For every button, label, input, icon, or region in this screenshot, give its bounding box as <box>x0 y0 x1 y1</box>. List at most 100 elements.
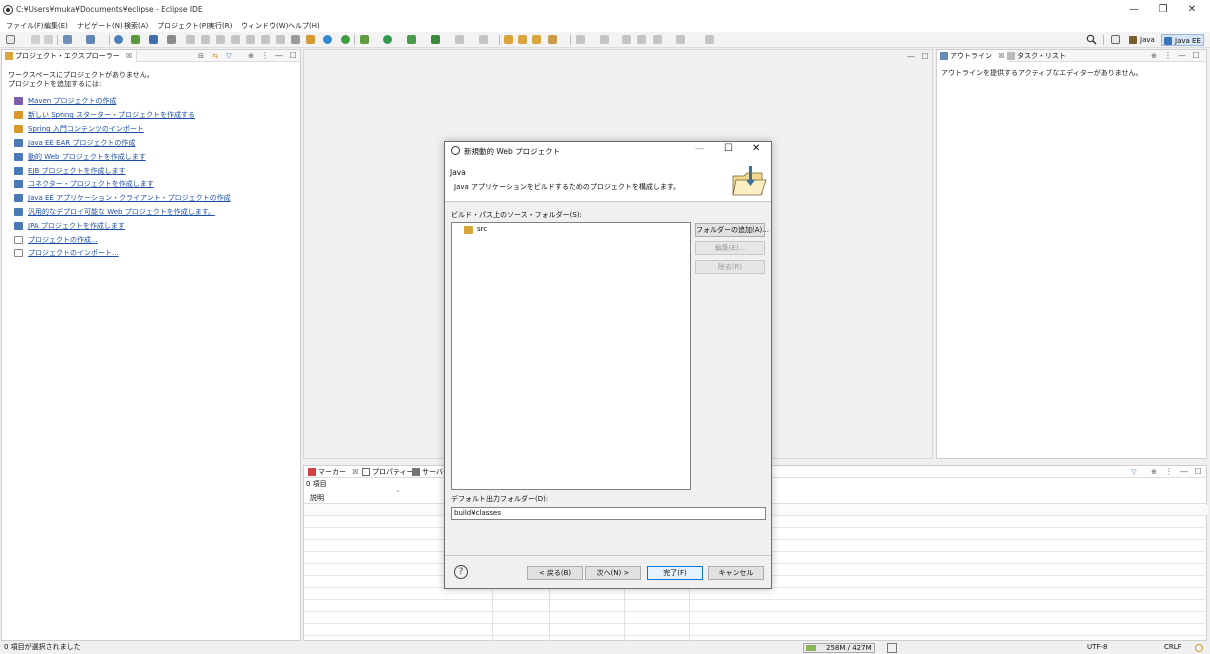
view-menu-icon[interactable]: ⋮ <box>260 51 270 61</box>
menu-project[interactable]: プロジェクト(P) <box>157 20 209 32</box>
resume-icon[interactable] <box>186 35 195 44</box>
list-item[interactable]: src <box>464 225 524 235</box>
view-menu-icon[interactable]: ⋮ <box>1164 467 1174 477</box>
external-tools-icon[interactable] <box>431 35 440 44</box>
minimize-view-icon[interactable]: — <box>1179 467 1189 477</box>
debug-icon[interactable] <box>131 35 140 44</box>
tab-outline[interactable]: アウトライン ☒ <box>937 50 1010 62</box>
console-icon[interactable] <box>149 35 158 44</box>
finish-button[interactable]: 完了(F) <box>647 566 703 580</box>
window-titlebar: C:¥Users¥muka¥Documents¥eclipse - Eclips… <box>0 0 1210 20</box>
maximize-view-icon[interactable]: ☐ <box>288 51 298 61</box>
tab-close-icon[interactable]: ☒ <box>352 468 358 476</box>
coverage-icon[interactable] <box>341 35 350 44</box>
debug-run-icon[interactable] <box>360 35 369 44</box>
run-ant-icon[interactable] <box>407 35 416 44</box>
perspective-javaee[interactable]: Java EE <box>1161 34 1204 46</box>
focus-icon[interactable]: ⊕ <box>246 51 256 61</box>
use-step-filters-icon[interactable] <box>306 35 315 44</box>
tab-close-icon[interactable]: ☒ <box>126 52 132 60</box>
open-folder-icon[interactable] <box>504 35 513 44</box>
ear-icon <box>14 139 23 147</box>
step-into-icon[interactable] <box>246 35 255 44</box>
minimize-view-icon[interactable]: — <box>274 51 284 61</box>
back-button[interactable]: < 戻る(B) <box>527 566 583 580</box>
new-wizard-icon[interactable] <box>86 35 95 44</box>
menu-search[interactable]: 検索(A) <box>124 20 148 32</box>
source-folders-list[interactable]: src <box>451 222 691 490</box>
step-return-icon[interactable] <box>276 35 285 44</box>
focus-icon[interactable]: ⊕ <box>1149 51 1159 61</box>
column-description[interactable]: 説明 <box>310 493 324 503</box>
drop-frame-icon[interactable] <box>291 35 300 44</box>
menu-window[interactable]: ウィンドウ(W) <box>241 20 288 32</box>
web-project-icon <box>14 153 23 161</box>
close-button[interactable]: ✕ <box>1183 3 1201 17</box>
menu-edit[interactable]: 編集(E) <box>44 20 68 32</box>
markers-icon <box>308 468 316 476</box>
step-over-icon[interactable] <box>261 35 270 44</box>
tab-project-explorer[interactable]: プロジェクト・エクスプローラー ☒ <box>2 50 138 62</box>
gc-icon[interactable] <box>887 643 897 653</box>
disconnect-icon[interactable] <box>231 35 240 44</box>
suspend-icon[interactable] <box>201 35 210 44</box>
web-browser-icon[interactable] <box>114 35 123 44</box>
add-folder-button[interactable]: フォルダーの追加(A)... <box>695 223 769 237</box>
tab-properties[interactable]: プロパティー <box>360 466 414 478</box>
link-editor-icon[interactable]: ⇆ <box>210 51 220 61</box>
cancel-button[interactable]: キャンセル <box>708 566 764 580</box>
open-perspective-icon[interactable] <box>1111 35 1120 44</box>
search-tool-icon[interactable] <box>548 35 557 44</box>
remove-button[interactable]: 除去(R) <box>695 260 765 274</box>
filter-icon[interactable]: ▽ <box>1129 467 1139 477</box>
back-icon[interactable] <box>637 35 646 44</box>
editor-maximize-icon[interactable]: ☐ <box>920 52 930 62</box>
new-icon[interactable] <box>6 35 15 44</box>
dialog-maximize-button[interactable]: ☐ <box>724 143 733 154</box>
app-client-icon <box>14 194 23 202</box>
save-all-icon[interactable] <box>44 35 53 44</box>
pin-editor-icon[interactable] <box>705 35 714 44</box>
menu-file[interactable]: ファイル(F) <box>6 20 44 32</box>
tab-markers[interactable]: マーカー ☒ <box>306 466 359 478</box>
dialog-close-button[interactable]: ✕ <box>752 143 760 154</box>
skip-breakpoints-icon[interactable] <box>167 35 176 44</box>
maximize-view-icon[interactable]: ☐ <box>1191 51 1201 61</box>
save-icon[interactable] <box>31 35 40 44</box>
terminate-icon[interactable] <box>216 35 225 44</box>
maximize-view-icon[interactable]: ☐ <box>1193 467 1203 477</box>
search-icon[interactable] <box>1086 34 1097 45</box>
server-start-icon[interactable] <box>323 35 332 44</box>
dialog-minimize-button[interactable]: — <box>695 144 704 154</box>
output-folder-input[interactable]: build¥classes <box>451 507 766 520</box>
last-edit-icon[interactable] <box>622 35 631 44</box>
generic-tool-icon[interactable] <box>455 35 464 44</box>
open-project-icon[interactable] <box>518 35 527 44</box>
next-annotation-icon[interactable] <box>576 35 585 44</box>
editor-minimize-icon[interactable]: — <box>906 52 916 62</box>
forward-arrow-icon[interactable] <box>676 35 685 44</box>
open-task-icon[interactable] <box>532 35 541 44</box>
back-arrow-icon[interactable] <box>653 35 662 44</box>
focus-icon[interactable]: ⊕ <box>1149 467 1159 477</box>
minimize-view-icon[interactable]: — <box>1177 51 1187 61</box>
menu-help[interactable]: ヘルプ(H) <box>288 20 320 32</box>
menu-run[interactable]: 実行(R) <box>208 20 232 32</box>
next-button[interactable]: 次へ(N) > <box>585 566 641 580</box>
help-icon[interactable]: ? <box>454 565 468 579</box>
maximize-button[interactable]: ❐ <box>1154 3 1172 17</box>
previous-annotation-icon[interactable] <box>600 35 609 44</box>
menu-navigate[interactable]: ナビゲート(N) <box>77 20 123 32</box>
filter-icon[interactable]: ▽ <box>224 51 234 61</box>
collapse-all-icon[interactable]: ⊟ <box>196 51 206 61</box>
minimize-button[interactable]: — <box>1125 3 1143 17</box>
perspective-java[interactable]: Java <box>1127 34 1157 46</box>
edit-button[interactable]: 編集(E)... <box>695 241 765 255</box>
notification-icon[interactable] <box>1195 644 1203 652</box>
new-server-icon[interactable] <box>63 35 72 44</box>
open-type-icon[interactable] <box>479 35 488 44</box>
run-icon[interactable] <box>383 35 392 44</box>
tab-task-list[interactable]: タスク・リスト <box>1005 50 1066 62</box>
tab-close-icon[interactable]: ☒ <box>998 52 1004 60</box>
view-menu-icon[interactable]: ⋮ <box>1163 51 1173 61</box>
